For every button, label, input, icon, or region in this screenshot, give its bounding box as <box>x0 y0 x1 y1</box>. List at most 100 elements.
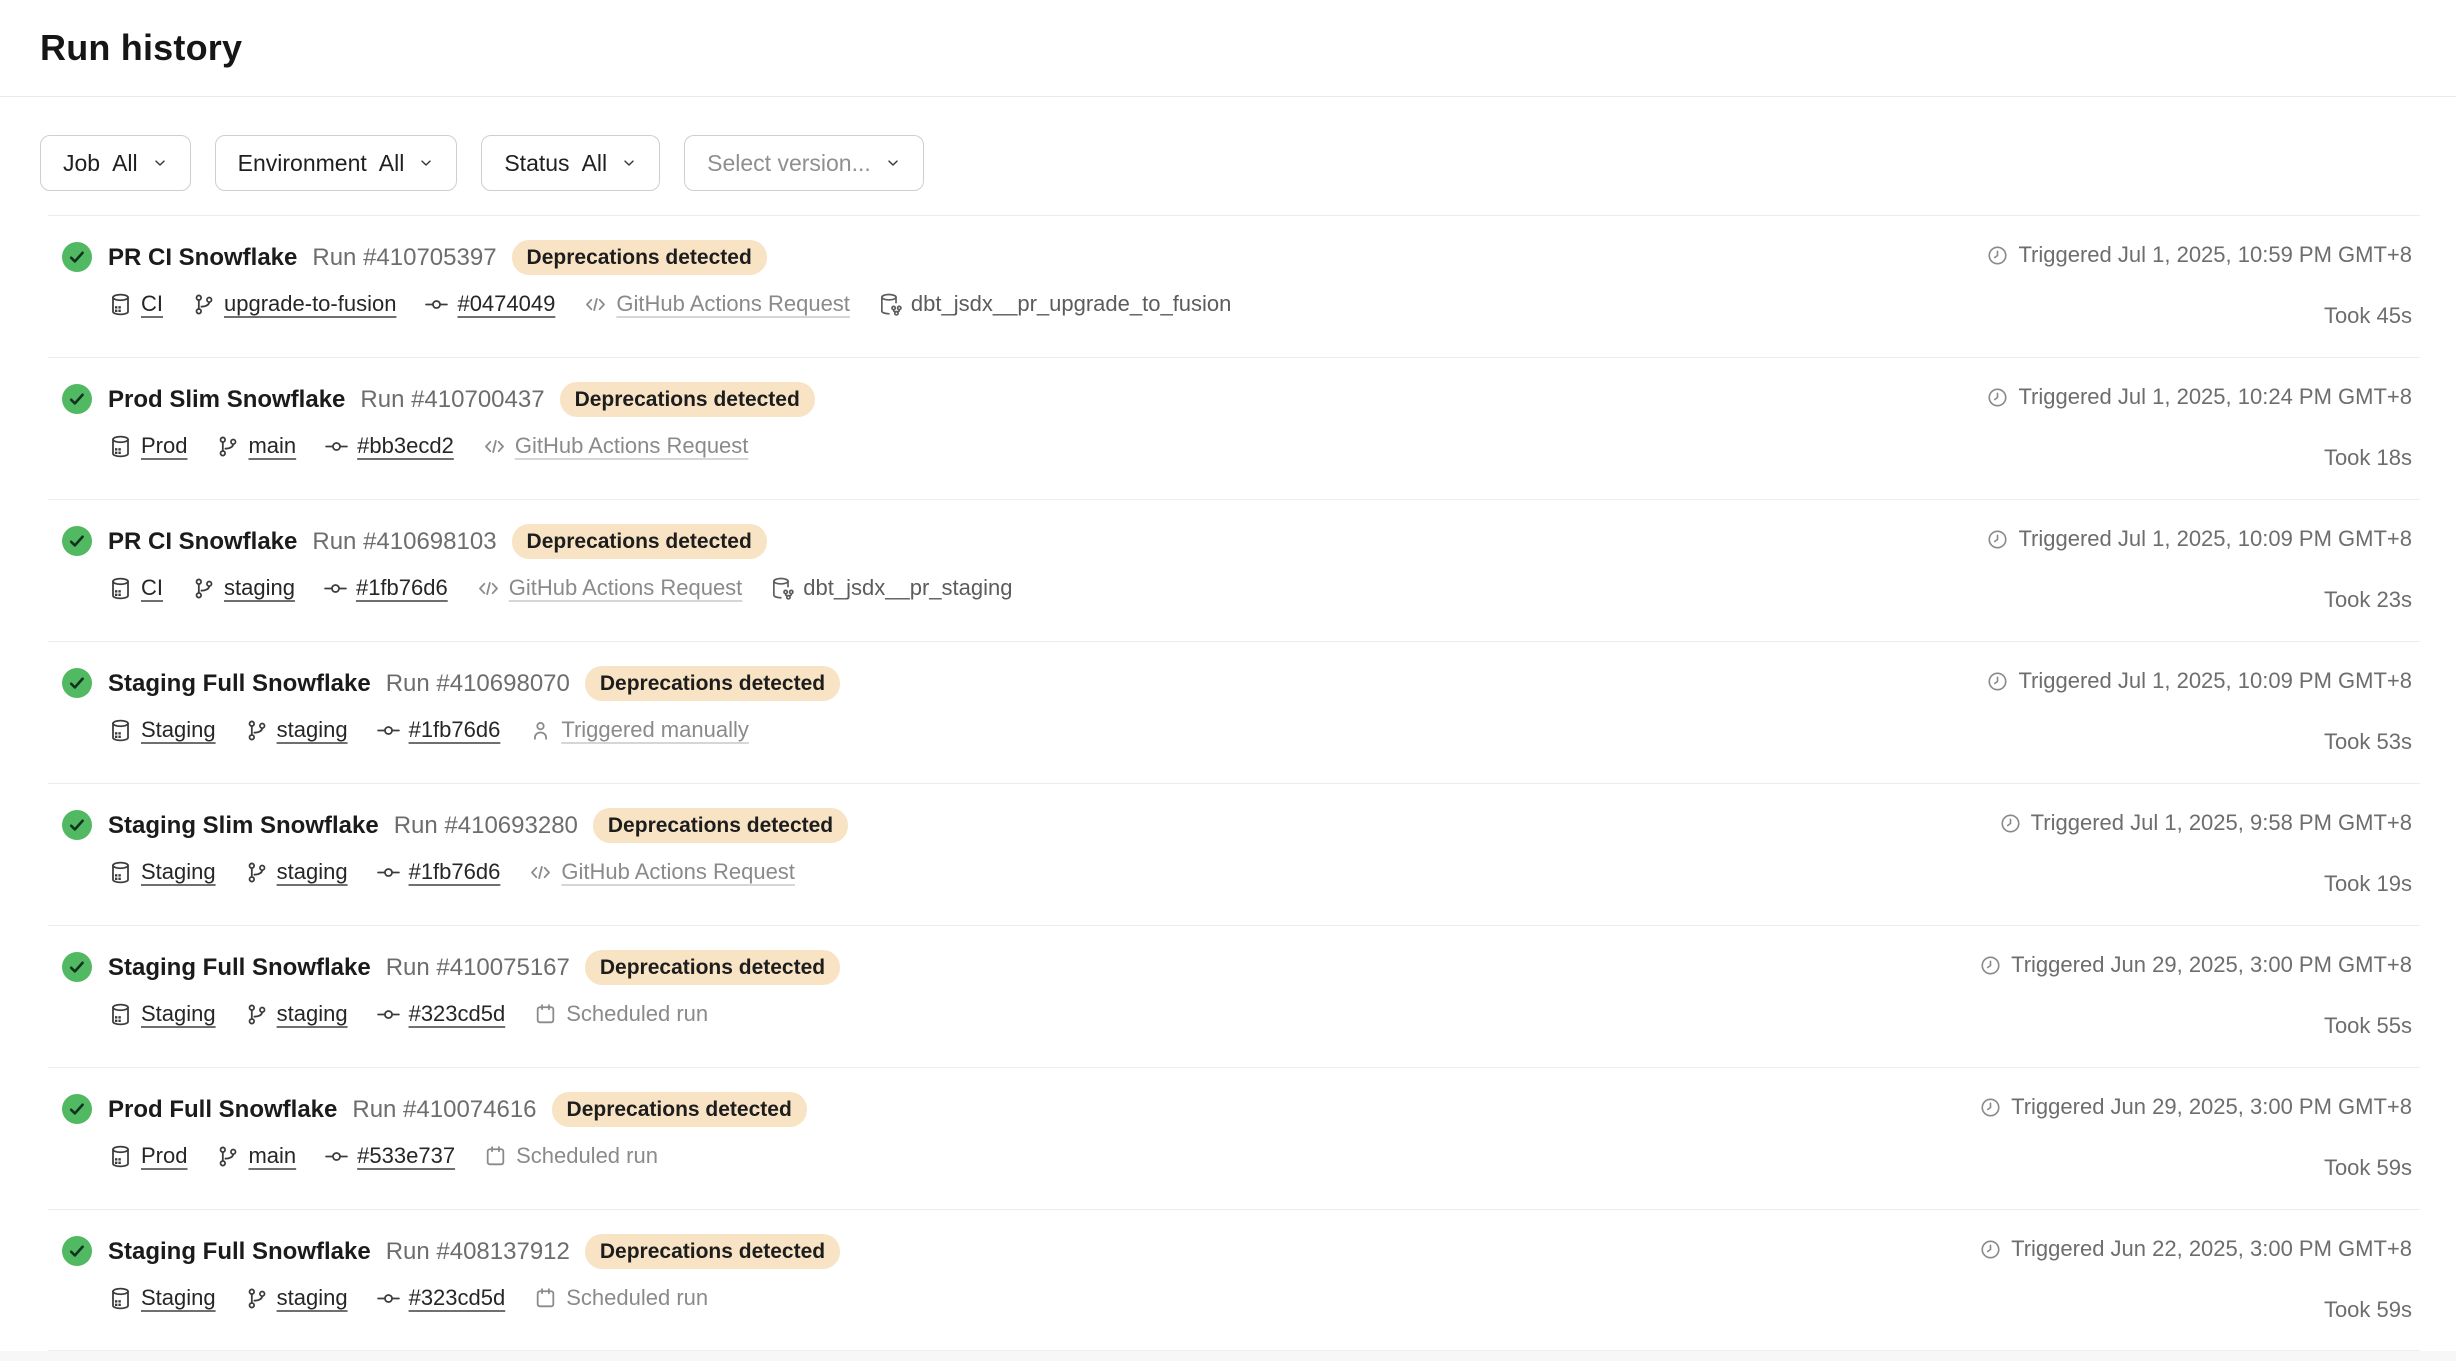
trigger-label: Scheduled run <box>516 1143 658 1169</box>
job-name-link[interactable]: PR CI Snowflake <box>108 244 297 272</box>
commit-icon <box>376 1286 401 1311</box>
status-filter-value: All <box>582 150 608 177</box>
page-title: Run history <box>40 27 242 69</box>
commit-icon <box>376 1002 401 1027</box>
commit-link[interactable]: #1fb76d6 <box>409 717 501 743</box>
commit-link[interactable]: #323cd5d <box>409 1001 506 1027</box>
chevron-down-icon <box>418 155 434 171</box>
triggered-text: Triggered Jul 1, 2025, 10:09 PM GMT+8 <box>2018 668 2412 694</box>
job-name-link[interactable]: Prod Full Snowflake <box>108 1096 337 1124</box>
branch-link[interactable]: staging <box>277 717 348 743</box>
environment-link[interactable]: Staging <box>141 1001 216 1027</box>
triggered-time: Triggered Jul 1, 2025, 9:58 PM GMT+8 <box>1999 810 2412 836</box>
run-row[interactable]: Staging Full Snowflake Run #410698070 De… <box>48 641 2420 783</box>
run-success-icon <box>62 242 92 272</box>
trigger-item: Scheduled run <box>483 1143 658 1169</box>
run-row-left: Staging Full Snowflake Run #410075167 De… <box>62 950 840 1027</box>
environment-link[interactable]: Prod <box>141 433 187 459</box>
branch-link[interactable]: staging <box>277 1001 348 1027</box>
environment-item: Staging <box>108 1001 216 1027</box>
branch-item: upgrade-to-fusion <box>191 291 396 317</box>
run-timing: Triggered Jul 1, 2025, 10:24 PM GMT+8 To… <box>1986 382 2412 471</box>
clock-icon <box>1986 244 2009 267</box>
job-name-link[interactable]: Staging Full Snowflake <box>108 954 371 982</box>
commit-icon <box>376 718 401 743</box>
trigger-item: GitHub Actions Request <box>482 433 749 459</box>
clock-icon <box>1986 528 2009 551</box>
run-row-left: Staging Full Snowflake Run #410698070 De… <box>62 666 840 743</box>
version-filter-dropdown[interactable]: Select version... <box>684 135 924 191</box>
branch-item: staging <box>244 1001 348 1027</box>
run-row-left: PR CI Snowflake Run #410698103 Deprecati… <box>62 524 1012 601</box>
commit-link[interactable]: #0474049 <box>457 291 555 317</box>
job-name-link[interactable]: Staging Slim Snowflake <box>108 812 379 840</box>
triggered-text: Triggered Jul 1, 2025, 10:24 PM GMT+8 <box>2018 384 2412 410</box>
environment-link[interactable]: CI <box>141 575 163 601</box>
run-number: Run #410700437 <box>360 386 544 414</box>
branch-link[interactable]: main <box>248 1143 296 1169</box>
triggered-time: Triggered Jun 29, 2025, 3:00 PM GMT+8 <box>1979 1094 2412 1120</box>
job-filter-value: All <box>112 150 138 177</box>
trigger-item: GitHub Actions Request <box>583 291 850 317</box>
environment-filter-dropdown[interactable]: Environment All <box>215 135 458 191</box>
status-filter-label: Status <box>504 150 569 177</box>
branch-link[interactable]: staging <box>224 575 295 601</box>
clock-icon <box>1979 1238 2002 1261</box>
commit-link[interactable]: #323cd5d <box>409 1285 506 1311</box>
environment-link[interactable]: Staging <box>141 717 216 743</box>
triggered-time: Triggered Jul 1, 2025, 10:59 PM GMT+8 <box>1986 242 2412 268</box>
branch-link[interactable]: main <box>248 433 296 459</box>
job-name-link[interactable]: Prod Slim Snowflake <box>108 386 345 414</box>
job-name-link[interactable]: Staging Full Snowflake <box>108 670 371 698</box>
trigger-label[interactable]: GitHub Actions Request <box>561 859 795 885</box>
branch-item: main <box>215 1143 296 1169</box>
deprecations-badge: Deprecations detected <box>560 382 815 417</box>
run-row-main: Staging Full Snowflake Run #410075167 De… <box>108 950 840 1027</box>
job-name-link[interactable]: Staging Full Snowflake <box>108 1238 371 1266</box>
commit-link[interactable]: #bb3ecd2 <box>357 433 454 459</box>
status-filter-dropdown[interactable]: Status All <box>481 135 660 191</box>
environment-link[interactable]: Staging <box>141 1285 216 1311</box>
run-row[interactable]: Staging Full Snowflake Run #410075167 De… <box>48 925 2420 1067</box>
commit-link[interactable]: #1fb76d6 <box>409 859 501 885</box>
run-row-main: Staging Full Snowflake Run #408137912 De… <box>108 1234 840 1311</box>
schema-name: dbt_jsdx__pr_staging <box>803 575 1012 601</box>
deprecations-badge: Deprecations detected <box>512 524 767 559</box>
deprecations-badge: Deprecations detected <box>585 666 840 701</box>
commit-item: #1fb76d6 <box>376 717 501 743</box>
run-meta-line: Staging staging <box>108 717 840 743</box>
run-row-left: Staging Slim Snowflake Run #410693280 De… <box>62 808 848 885</box>
run-row[interactable]: PR CI Snowflake Run #410705397 Deprecati… <box>48 215 2420 357</box>
environment-link[interactable]: CI <box>141 291 163 317</box>
run-number: Run #410074616 <box>352 1096 536 1124</box>
environment-item: Staging <box>108 717 216 743</box>
branch-link[interactable]: upgrade-to-fusion <box>224 291 396 317</box>
environment-item: Prod <box>108 1143 187 1169</box>
job-filter-dropdown[interactable]: Job All <box>40 135 191 191</box>
environment-link[interactable]: Staging <box>141 859 216 885</box>
run-row[interactable]: Prod Slim Snowflake Run #410700437 Depre… <box>48 357 2420 499</box>
run-row[interactable]: Prod Full Snowflake Run #410074616 Depre… <box>48 1067 2420 1209</box>
branch-link[interactable]: staging <box>277 859 348 885</box>
deprecations-badge: Deprecations detected <box>512 240 767 275</box>
commit-link[interactable]: #1fb76d6 <box>356 575 448 601</box>
trigger-label: Triggered manually <box>561 717 749 743</box>
job-filter-label: Job <box>63 150 100 177</box>
trigger-label[interactable]: GitHub Actions Request <box>515 433 749 459</box>
commit-item: #323cd5d <box>376 1001 506 1027</box>
schema-item: dbt_jsdx__pr_upgrade_to_fusion <box>878 291 1231 317</box>
took-duration: Took 23s <box>1986 587 2412 613</box>
environment-link[interactable]: Prod <box>141 1143 187 1169</box>
environment-icon <box>108 576 133 601</box>
run-row[interactable]: PR CI Snowflake Run #410698103 Deprecati… <box>48 499 2420 641</box>
run-row[interactable]: Staging Slim Snowflake Run #410693280 De… <box>48 783 2420 925</box>
branch-item: staging <box>244 717 348 743</box>
branch-link[interactable]: staging <box>277 1285 348 1311</box>
commit-link[interactable]: #533e737 <box>357 1143 455 1169</box>
git-branch-icon <box>244 718 269 743</box>
branch-item: staging <box>244 859 348 885</box>
trigger-label[interactable]: GitHub Actions Request <box>509 575 743 601</box>
trigger-label[interactable]: GitHub Actions Request <box>616 291 850 317</box>
job-name-link[interactable]: PR CI Snowflake <box>108 528 297 556</box>
run-row[interactable]: Staging Full Snowflake Run #408137912 De… <box>48 1209 2420 1351</box>
